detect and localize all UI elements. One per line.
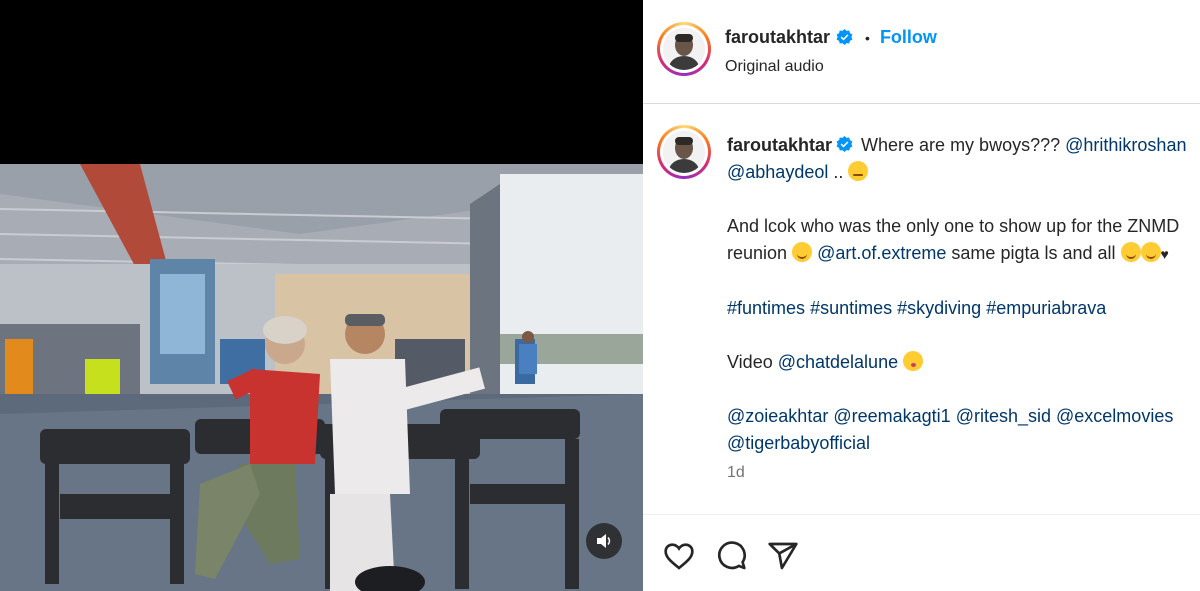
paper-plane-icon[interactable] [767, 540, 799, 572]
kissing-emoji-icon [903, 351, 924, 371]
mention-link[interactable]: @art.of.extreme [817, 243, 946, 263]
post-header: faroutakhtar • Follow Original audio [643, 0, 1200, 104]
post-media[interactable] [0, 0, 643, 591]
hashtag-link[interactable]: #skydiving [897, 298, 981, 318]
caption-para-1: faroutakhtar Where are my bwoys??? @hrit… [727, 132, 1192, 186]
avatar [663, 131, 705, 173]
audio-label[interactable]: Original audio [725, 58, 824, 76]
caption-username[interactable]: faroutakhtar [727, 135, 832, 155]
laughing-emoji-icon [1140, 242, 1161, 262]
mention-link[interactable]: @abhaydeol [727, 162, 828, 182]
caption-ellipsis: .. [833, 162, 844, 182]
hashtag-link[interactable]: #suntimes [810, 298, 892, 318]
hashtag-link[interactable]: #empuriabrava [986, 298, 1106, 318]
mute-button[interactable] [586, 523, 622, 559]
caption-tags: @zoieakhtar @reemakagti1 @ritesh_sid @ex… [727, 403, 1192, 457]
caption-video-credit: Video @chatdelalune [727, 349, 1192, 376]
story-ring-avatar[interactable] [657, 22, 711, 76]
caption-text: faroutakhtar Where are my bwoys??? @hrit… [727, 132, 1192, 457]
post-timestamp[interactable]: 1d [727, 464, 745, 482]
mention-link[interactable]: @ritesh_sid [956, 406, 1051, 426]
smiling-emoji-icon [792, 242, 813, 262]
header-user-row: faroutakhtar • Follow [725, 27, 937, 48]
follow-button[interactable]: Follow [880, 27, 937, 48]
action-bar [643, 514, 1200, 591]
verified-badge-icon [836, 29, 853, 45]
separator-dot: • [865, 29, 870, 46]
mention-link[interactable]: @tigerbabyofficial [727, 433, 870, 453]
caption-line-1: Where are my bwoys??? [861, 135, 1061, 155]
comment-icon[interactable] [715, 540, 747, 572]
video-label: Video [727, 352, 773, 372]
mention-link[interactable]: @hrithikroshan [1065, 135, 1186, 155]
thinking-emoji-icon [848, 161, 869, 181]
mention-link[interactable]: @excelmovies [1056, 406, 1173, 426]
caption-para-2: And lcok who was the only one to show up… [727, 213, 1192, 268]
mention-link[interactable]: @reemakagti1 [833, 406, 950, 426]
post-panel: faroutakhtar • Follow Original audio far… [643, 0, 1200, 591]
mention-link[interactable]: @chatdelalune [778, 352, 898, 372]
verified-badge-icon [836, 136, 853, 152]
mention-link[interactable]: @zoieakhtar [727, 406, 828, 426]
avatar [663, 28, 705, 70]
heart-icon[interactable] [663, 540, 695, 572]
username[interactable]: faroutakhtar [725, 27, 830, 48]
reel-video[interactable] [0, 164, 643, 591]
laughing-emoji-icon [1120, 242, 1141, 262]
caption-avatar[interactable] [657, 125, 711, 179]
speaker-icon [597, 534, 611, 548]
caption-block: faroutakhtar Where are my bwoys??? @hrit… [643, 104, 1200, 514]
heart-glyph: ♥ [1160, 246, 1169, 262]
hashtag-link[interactable]: #funtimes [727, 298, 805, 318]
caption-hashtags: #funtimes #suntimes #skydiving #empuriab… [727, 295, 1192, 322]
caption-line-2-tail: same pigta ls and all [951, 243, 1116, 263]
